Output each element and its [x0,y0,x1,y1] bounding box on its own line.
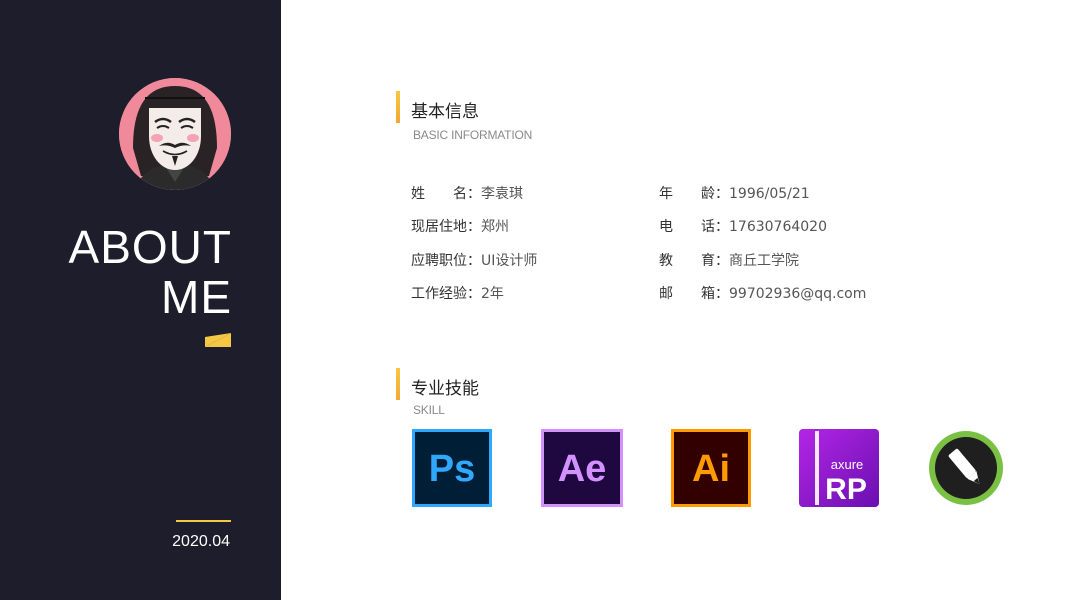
info-value: 郑州 [481,219,509,235]
basic-info-subtitle: BASIC INFORMATION [413,128,533,142]
info-key: 教 育： [659,253,729,269]
info-value: 99702936@qq.com [729,286,867,302]
info-phone: 电 话：17630764020 [659,216,827,236]
coreldraw-icon [927,429,1005,507]
after-effects-icon: Ae [541,429,623,507]
svg-text:Ps: Ps [429,448,475,490]
accent-triangle [205,332,231,351]
about-title-line1: ABOUT [68,221,232,273]
svg-text:axure: axure [831,457,864,472]
date-divider [176,520,231,522]
basic-info-title: 基本信息 [411,102,479,122]
sidebar: ABOUT ME 2020.04 [0,0,281,600]
date-label: 2020.04 [172,533,230,550]
info-value: 李袁琪 [481,186,523,202]
about-me-title: ABOUT ME [69,222,232,322]
about-title-line2: ME [161,271,232,323]
info-birthdate: 年 龄：1996/05/21 [659,183,810,203]
info-email: 邮 箱：99702936@qq.com [659,283,866,303]
svg-text:Ae: Ae [558,448,607,490]
info-key: 工作经验： [411,286,481,302]
section-marker-basic [396,91,400,123]
photoshop-icon: Ps [412,429,492,507]
info-value: 商丘工学院 [729,253,799,269]
info-value: 2年 [481,286,504,302]
info-experience: 工作经验：2年 [411,283,504,303]
section-marker-skill [396,368,400,400]
info-key: 电 话： [659,219,729,235]
skills-title: 专业技能 [411,379,479,399]
skills-subtitle: SKILL [413,403,445,417]
info-key: 应聘职位： [411,253,481,269]
info-position: 应聘职位：UI设计师 [411,250,537,270]
info-key: 现居住地： [411,219,481,235]
axure-rp-icon: axure RP [799,429,879,507]
info-value: UI设计师 [481,253,538,269]
info-residence: 现居住地：郑州 [411,216,509,236]
info-name: 姓 名：李袁琪 [411,183,523,203]
svg-text:Ai: Ai [692,448,730,490]
info-key: 年 龄： [659,186,729,202]
info-key: 邮 箱： [659,286,729,302]
info-value: 1996/05/21 [729,186,810,202]
illustrator-icon: Ai [671,429,751,507]
info-key: 姓 名： [411,186,481,202]
avatar [119,78,231,190]
info-education: 教 育：商丘工学院 [659,250,799,270]
info-value: 17630764020 [729,219,827,235]
svg-text:RP: RP [825,473,867,506]
